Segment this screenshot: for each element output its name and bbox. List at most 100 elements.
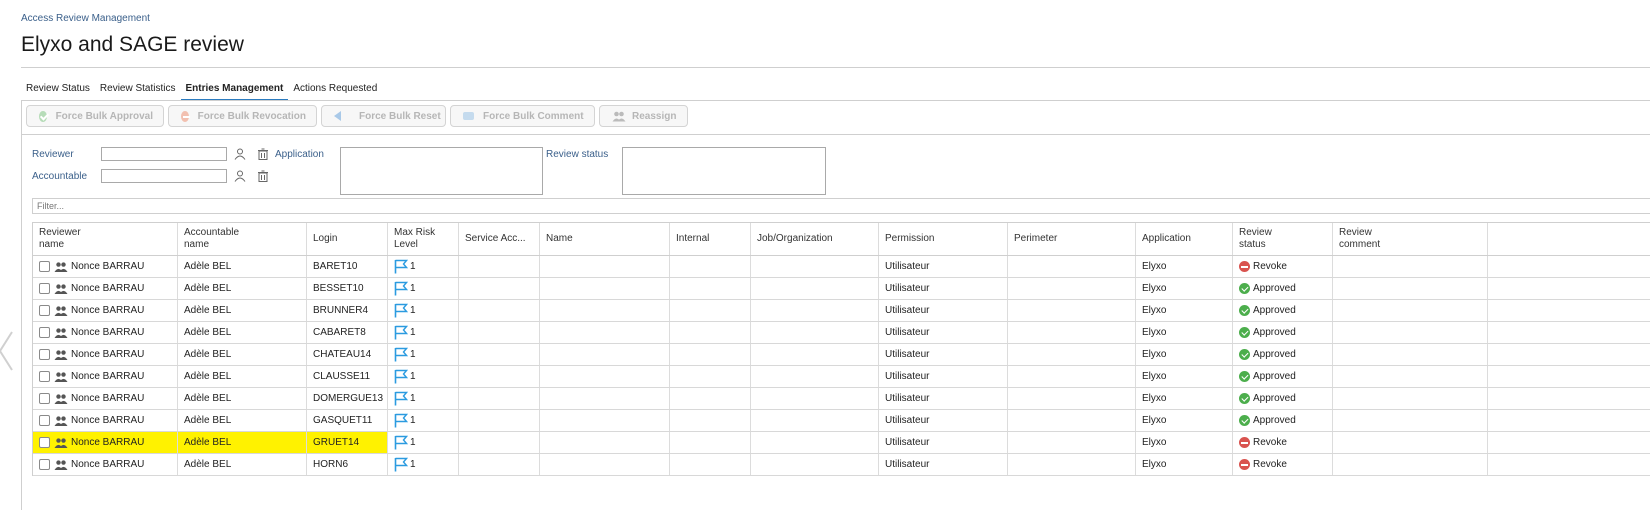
name-cell bbox=[540, 278, 670, 299]
force-bulk-revocation-button[interactable]: Force Bulk Revocation bbox=[168, 105, 317, 127]
trash-icon[interactable] bbox=[257, 148, 269, 160]
column-header-review-comment[interactable]: Review comment bbox=[1333, 223, 1488, 255]
reviewer-cell: Nonce BARRAU bbox=[33, 256, 178, 277]
accountable-name: Adèle BEL bbox=[184, 415, 232, 426]
risk-cell: 1 bbox=[388, 410, 459, 431]
users-icon bbox=[54, 393, 68, 404]
login-cell: DOMERGUE13 bbox=[307, 388, 388, 409]
row-checkbox[interactable] bbox=[39, 261, 50, 272]
empty-cell bbox=[1488, 344, 1650, 365]
tab-review-statistics[interactable]: Review Statistics bbox=[95, 82, 181, 99]
column-header-login[interactable]: Login bbox=[307, 223, 388, 255]
reviewer-input[interactable] bbox=[101, 147, 227, 161]
force-bulk-approval-label: Force Bulk Approval bbox=[55, 110, 153, 122]
force-bulk-approval-button[interactable]: Force Bulk Approval bbox=[26, 105, 164, 127]
column-header-service-account[interactable]: Service Acc... bbox=[459, 223, 540, 255]
perimeter-cell bbox=[1008, 388, 1136, 409]
review-status-value: Revoke bbox=[1253, 459, 1287, 470]
internal-cell bbox=[670, 454, 751, 475]
tab-entries-management[interactable]: Entries Management bbox=[180, 82, 289, 101]
column-header-name[interactable]: Name bbox=[540, 223, 670, 255]
tab-actions-requested[interactable]: Actions Requested bbox=[288, 82, 382, 99]
table-row[interactable]: Nonce BARRAU Adèle BEL CHATEAU14 1 Utilisate… bbox=[33, 344, 1650, 366]
application-listbox[interactable] bbox=[340, 147, 543, 195]
table-row[interactable]: Nonce BARRAU Adèle BEL HORN6 1 Utilisateur El… bbox=[33, 454, 1650, 476]
column-header-perimeter[interactable]: Perimeter bbox=[1008, 223, 1136, 255]
column-header-internal[interactable]: Internal bbox=[670, 223, 751, 255]
reassign-button[interactable]: Reassign bbox=[599, 105, 688, 127]
column-header-application[interactable]: Application bbox=[1136, 223, 1233, 255]
row-checkbox[interactable] bbox=[39, 283, 50, 294]
review-status-cell: Approved bbox=[1233, 388, 1333, 409]
row-checkbox[interactable] bbox=[39, 393, 50, 404]
reassign-label: Reassign bbox=[632, 110, 677, 122]
row-checkbox[interactable] bbox=[39, 415, 50, 426]
column-header-permission[interactable]: Permission bbox=[879, 223, 1008, 255]
row-checkbox[interactable] bbox=[39, 327, 50, 338]
review-comment-cell bbox=[1333, 410, 1488, 431]
table-row[interactable]: Nonce BARRAU Adèle BEL GRUET14 1 Utilisateur… bbox=[33, 432, 1650, 454]
login-value: CHATEAU14 bbox=[313, 349, 372, 360]
internal-cell bbox=[670, 410, 751, 431]
reviewer-cell: Nonce BARRAU bbox=[33, 366, 178, 387]
column-header-reviewer-name[interactable]: Reviewer name bbox=[33, 223, 178, 255]
accountable-input[interactable] bbox=[101, 169, 227, 183]
reviewer-name: Nonce BARRAU bbox=[71, 283, 145, 294]
column-header-review-status[interactable]: Review status bbox=[1233, 223, 1333, 255]
application-value: Elyxo bbox=[1142, 349, 1167, 360]
reviewer-cell: Nonce BARRAU bbox=[33, 322, 178, 343]
breadcrumb[interactable]: Access Review Management bbox=[21, 13, 150, 24]
review-status-value: Approved bbox=[1253, 327, 1296, 338]
accountable-cell: Adèle BEL bbox=[178, 432, 307, 453]
permission-cell: Utilisateur bbox=[879, 344, 1008, 365]
user-picker-icon[interactable] bbox=[234, 148, 246, 160]
force-bulk-reset-button[interactable]: Force Bulk Reset bbox=[321, 105, 446, 127]
column-header-job-organization[interactable]: Job/Organization bbox=[751, 223, 879, 255]
perimeter-cell bbox=[1008, 256, 1136, 277]
table-row[interactable]: Nonce BARRAU Adèle BEL DOMERGUE13 1 Utilisat… bbox=[33, 388, 1650, 410]
review-comment-cell bbox=[1333, 454, 1488, 475]
chevron-left-icon[interactable] bbox=[0, 330, 16, 372]
column-header-max-risk-level[interactable]: Max Risk Level bbox=[388, 223, 459, 255]
trash-icon[interactable] bbox=[257, 170, 269, 182]
filter-input[interactable]: Filter... bbox=[32, 198, 1650, 214]
accountable-label: Accountable bbox=[32, 171, 88, 182]
table-row[interactable]: Nonce BARRAU Adèle BEL BRUNNER4 1 Utilisateu… bbox=[33, 300, 1650, 322]
table-row[interactable]: Nonce BARRAU Adèle BEL CLAUSSE11 1 Utilisate… bbox=[33, 366, 1650, 388]
user-picker-icon[interactable] bbox=[234, 170, 246, 182]
review-status-listbox[interactable] bbox=[622, 147, 826, 195]
flag-icon bbox=[394, 259, 408, 274]
login-cell: CHATEAU14 bbox=[307, 344, 388, 365]
row-checkbox[interactable] bbox=[39, 437, 50, 448]
users-icon bbox=[54, 371, 68, 382]
service-account-cell bbox=[459, 322, 540, 343]
table-row[interactable]: Nonce BARRAU Adèle BEL CABARET8 1 Utilisateu… bbox=[33, 322, 1650, 344]
review-status-value: Approved bbox=[1253, 371, 1296, 382]
perimeter-cell bbox=[1008, 454, 1136, 475]
review-status-value: Approved bbox=[1253, 393, 1296, 404]
application-cell: Elyxo bbox=[1136, 366, 1233, 387]
table-row[interactable]: Nonce BARRAU Adèle BEL BARET10 1 Utilisateur… bbox=[33, 256, 1650, 278]
accountable-cell: Adèle BEL bbox=[178, 322, 307, 343]
column-header-accountable-name[interactable]: Accountable name bbox=[178, 223, 307, 255]
application-cell: Elyxo bbox=[1136, 322, 1233, 343]
login-cell: BRUNNER4 bbox=[307, 300, 388, 321]
row-checkbox[interactable] bbox=[39, 371, 50, 382]
row-checkbox[interactable] bbox=[39, 305, 50, 316]
risk-level: 1 bbox=[410, 349, 416, 360]
name-cell bbox=[540, 300, 670, 321]
approved-icon bbox=[1239, 393, 1250, 404]
empty-cell bbox=[1488, 366, 1650, 387]
table-row[interactable]: Nonce BARRAU Adèle BEL GASQUET11 1 Utilisate… bbox=[33, 410, 1650, 432]
force-bulk-comment-button[interactable]: Force Bulk Comment bbox=[450, 105, 595, 127]
service-account-cell bbox=[459, 278, 540, 299]
table-row[interactable]: Nonce BARRAU Adèle BEL BESSET10 1 Utilisateu… bbox=[33, 278, 1650, 300]
accountable-name: Adèle BEL bbox=[184, 459, 232, 470]
job-organization-cell bbox=[751, 366, 879, 387]
tab-review-status[interactable]: Review Status bbox=[21, 82, 95, 99]
name-cell bbox=[540, 344, 670, 365]
accountable-cell: Adèle BEL bbox=[178, 388, 307, 409]
row-checkbox[interactable] bbox=[39, 349, 50, 360]
row-checkbox[interactable] bbox=[39, 459, 50, 470]
risk-cell: 1 bbox=[388, 278, 459, 299]
